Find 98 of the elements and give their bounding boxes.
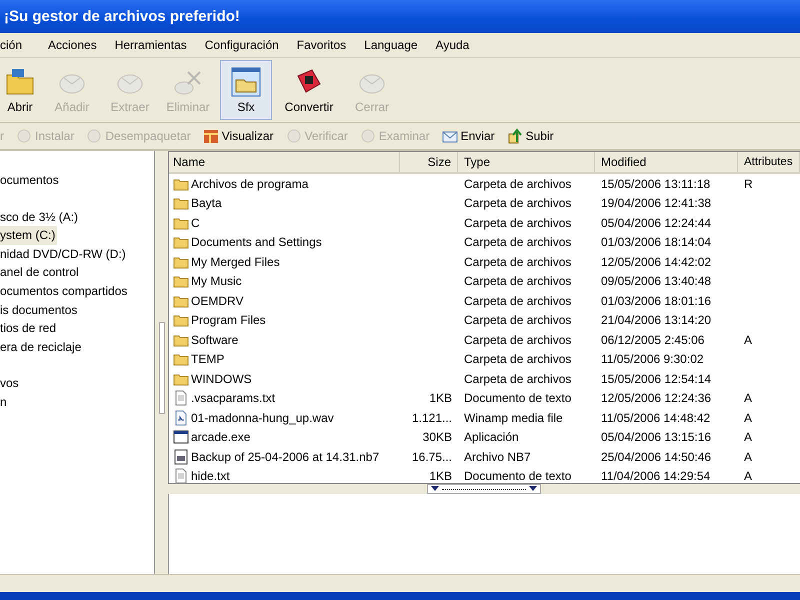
tree-item[interactable]: is documentos	[0, 300, 80, 320]
toolbar-button[interactable]: Subir	[506, 128, 560, 144]
file-attributes: A	[744, 469, 752, 483]
splitter-handle[interactable]	[427, 484, 541, 494]
modified-date: 01/03/2006 18:14:04	[601, 235, 712, 250]
file-size: 16.75...	[412, 450, 452, 464]
modified-date: 11/05/2006 14:48:42	[601, 410, 710, 425]
file-size: 1.121...	[412, 410, 452, 425]
file-size: 30KB	[422, 430, 452, 444]
menu-item[interactable]: Favoritos	[296, 38, 356, 52]
toolbar-button[interactable]: Convertir	[278, 60, 340, 120]
file-name[interactable]: Program Files	[191, 313, 266, 328]
file-type: Aplicación	[464, 430, 519, 444]
menu-item[interactable]: Acciones	[48, 38, 106, 52]
modified-date: 19/04/2006 12:41:38	[601, 196, 712, 210]
file-attributes: A	[744, 430, 752, 444]
modified-date: 15/05/2006 13:11:18	[601, 176, 710, 191]
file-type: Carpeta de archivos	[464, 372, 572, 386]
file-type: Carpeta de archivos	[464, 176, 572, 191]
menu-item[interactable]: Configuración	[204, 38, 288, 52]
modified-date: 12/05/2006 12:24:36	[601, 391, 712, 406]
file-type: Carpeta de archivos	[464, 313, 572, 328]
modified-date: 06/12/2005 2:45:06	[601, 332, 704, 347]
file-name[interactable]: Software	[191, 332, 238, 347]
file-type: Documento de texto	[464, 391, 572, 406]
modified-date: 21/04/2006 13:14:20	[601, 313, 712, 328]
music-file-icon	[173, 410, 189, 426]
file-type: Carpeta de archivos	[464, 235, 572, 250]
tree-item[interactable]: n	[0, 392, 9, 412]
tree-item[interactable]: anel de control	[0, 263, 81, 282]
file-type: Winamp media file	[464, 410, 563, 425]
file-type: Carpeta de archivos	[464, 294, 572, 308]
modified-date: 01/03/2006 18:01:16	[601, 294, 712, 308]
toolbar-button[interactable]: Abrir	[0, 60, 40, 120]
file-name[interactable]: C	[191, 216, 200, 230]
modified-date: 11/05/2006 9:30:02	[601, 352, 704, 366]
file-attributes: A	[744, 410, 752, 425]
file-name[interactable]: My Music	[191, 274, 242, 288]
menu-item[interactable]: ción	[0, 38, 32, 52]
modified-date: 05/04/2006 13:15:16	[601, 430, 712, 444]
modified-date: 09/05/2006 13:40:48	[601, 274, 712, 288]
tree-item[interactable]: ocumentos	[0, 171, 61, 190]
window-title: ¡Su gestor de archivos preferido!	[4, 8, 240, 25]
toolbar-button[interactable]: Sfx	[220, 60, 272, 120]
file-name[interactable]: 01-madonna-hung_up.wav	[191, 410, 334, 425]
file-type: Carpeta de archivos	[464, 216, 572, 230]
file-type: Carpeta de archivos	[464, 274, 572, 288]
column-header[interactable]: Name	[169, 152, 400, 172]
file-attributes: A	[744, 332, 752, 347]
window-icon	[173, 429, 189, 446]
file-name[interactable]: arcade.exe	[191, 430, 250, 444]
file-name[interactable]: Archivos de programa	[191, 176, 308, 191]
file-type: Documento de texto	[464, 469, 572, 483]
file-name[interactable]: WINDOWS	[191, 372, 252, 386]
picture-icon	[202, 128, 219, 144]
tree-item[interactable]: era de reciclaje	[0, 338, 84, 356]
tree-item[interactable]: ystem (C:)	[0, 226, 58, 245]
tree-item[interactable]: ocumentos compartidos	[0, 282, 130, 301]
column-header[interactable]: Attributes	[738, 152, 800, 172]
file-name[interactable]: Documents and Settings	[191, 235, 322, 250]
menu-item[interactable]: Ayuda	[436, 38, 478, 52]
file-type: Carpeta de archivos	[464, 352, 572, 366]
window-folder-icon	[230, 66, 262, 98]
file-name[interactable]: OEMDRV	[191, 294, 244, 308]
file-name[interactable]: .vsacparams.txt	[191, 391, 276, 406]
tree-item[interactable]: nidad DVD/CD-RW (D:)	[0, 244, 128, 264]
column-header[interactable]: Type	[458, 152, 595, 172]
file-name[interactable]: Bayta	[191, 196, 222, 210]
file-type: Carpeta de archivos	[464, 332, 572, 347]
archive-file-icon	[173, 448, 189, 465]
modified-date: 15/05/2006 12:54:14	[601, 372, 712, 386]
modified-date: 11/04/2006 14:29:54	[601, 469, 710, 483]
file-name[interactable]: hide.txt	[191, 469, 230, 483]
modified-date: 25/04/2006 14:50:46	[601, 450, 712, 464]
file-name[interactable]: My Merged Files	[191, 254, 280, 269]
file-size: 1KB	[429, 469, 452, 483]
tree-item[interactable]: vos	[0, 374, 21, 393]
file-name[interactable]: TEMP	[191, 352, 224, 366]
file-type: Archivo NB7	[464, 450, 531, 464]
column-header[interactable]: Size	[400, 152, 458, 172]
toolbar-button[interactable]: Visualizar	[202, 128, 280, 144]
file-type: Carpeta de archivos	[464, 196, 572, 210]
file-type: Carpeta de archivos	[464, 254, 572, 269]
modified-date: 05/04/2006 12:24:44	[601, 216, 712, 230]
menu-item[interactable]: Herramientas	[114, 38, 196, 52]
file-attributes: A	[744, 450, 752, 464]
text-file-icon	[173, 390, 189, 406]
up-arrow-icon	[506, 128, 523, 144]
menu-item[interactable]: Language	[364, 38, 427, 52]
toolbar-button[interactable]: Enviar	[442, 128, 501, 144]
file-name[interactable]: Backup of 25-04-2006 at 14.31.nb7	[191, 450, 380, 464]
modified-date: 12/05/2006 14:42:02	[601, 254, 712, 269]
column-header[interactable]: Modified	[595, 152, 738, 172]
tree-item[interactable]: tios de red	[0, 319, 58, 338]
file-size: 1KB	[429, 391, 452, 406]
file-attributes: R	[744, 176, 753, 191]
file-attributes: A	[744, 391, 752, 406]
tree-item[interactable]: sco de 3½ (A:)	[0, 208, 80, 226]
